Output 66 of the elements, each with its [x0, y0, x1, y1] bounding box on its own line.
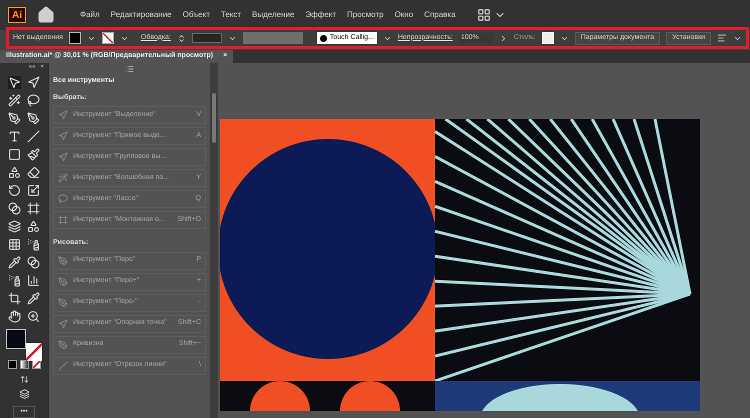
- tool-icon[interactable]: [8, 94, 21, 107]
- tool-icon[interactable]: [8, 112, 21, 125]
- tool-icon: [58, 256, 68, 266]
- tool-icon[interactable]: [27, 292, 40, 305]
- tool-icon[interactable]: [8, 148, 21, 161]
- tool-icon[interactable]: [8, 76, 21, 89]
- color-mode-icon[interactable]: [8, 360, 16, 369]
- tool-icon: [58, 152, 68, 162]
- stroke-none-swatch[interactable]: [102, 32, 114, 44]
- tool-icon[interactable]: [8, 238, 21, 251]
- app-logo[interactable]: Ai: [8, 7, 26, 23]
- variable-width-field[interactable]: [242, 32, 303, 44]
- menu-item[interactable]: Файл: [80, 9, 100, 21]
- tool-icon[interactable]: [8, 220, 21, 233]
- tool-icon: [58, 131, 68, 141]
- fill-swatch[interactable]: [68, 32, 81, 44]
- tool-icon[interactable]: [8, 310, 21, 323]
- tool-icon: [58, 360, 68, 370]
- tool-icon[interactable]: [8, 292, 21, 305]
- stroke-none-swatch[interactable]: [26, 343, 42, 361]
- tool-icon[interactable]: [27, 310, 40, 323]
- tool-icon: [58, 276, 68, 286]
- tool-icon[interactable]: [27, 94, 40, 107]
- gradient-mode-icon[interactable]: [20, 360, 28, 369]
- menu-item[interactable]: Просмотр: [347, 9, 384, 21]
- tool-icon[interactable]: [27, 202, 40, 215]
- menu-item[interactable]: Редактирование: [110, 9, 172, 21]
- tool-icon[interactable]: [27, 166, 40, 179]
- stroke-width-field[interactable]: [192, 33, 222, 43]
- menu-item[interactable]: Справка: [424, 9, 456, 21]
- home-icon[interactable]: [37, 6, 55, 24]
- tool-icon[interactable]: [8, 130, 21, 143]
- tool-icon: [58, 340, 68, 350]
- tool-icon[interactable]: [8, 184, 21, 197]
- style-swatch[interactable]: [542, 32, 554, 44]
- tool-icon: [58, 173, 68, 183]
- tool-icon[interactable]: [27, 220, 40, 233]
- tool-icon[interactable]: [27, 76, 40, 89]
- stepper-icon[interactable]: [176, 34, 186, 42]
- menu-item[interactable]: Текст: [220, 9, 242, 21]
- tool-icon: [58, 318, 68, 328]
- screen-mode-icon[interactable]: [18, 389, 30, 400]
- tool-icon[interactable]: [8, 166, 21, 179]
- tool-icon[interactable]: [8, 274, 21, 287]
- tool-icon[interactable]: [27, 238, 40, 251]
- tool-icon[interactable]: [27, 184, 40, 197]
- draw-mode-icon[interactable]: [18, 374, 30, 384]
- tool-icon: [58, 110, 68, 120]
- menu-item[interactable]: Объект: [182, 9, 210, 21]
- tool-icon[interactable]: [27, 256, 40, 269]
- tool-icon[interactable]: [27, 148, 40, 161]
- tool-icon[interactable]: [8, 256, 21, 269]
- tool-icon: [58, 298, 68, 308]
- tool-icon: [58, 215, 68, 225]
- fill-color-swatch[interactable]: [6, 329, 26, 349]
- tool-icon[interactable]: [27, 130, 40, 143]
- menu-item[interactable]: Окно: [394, 9, 414, 21]
- tool-icon[interactable]: [8, 202, 21, 215]
- menu-item[interactable]: Выделение: [252, 9, 294, 21]
- tool-icon[interactable]: [27, 274, 40, 287]
- menu-icon[interactable]: [126, 65, 134, 73]
- tool-icon: [58, 194, 68, 204]
- menu-item[interactable]: Эффект: [305, 9, 336, 21]
- workspace-icon[interactable]: [476, 8, 491, 22]
- align-icon[interactable]: [717, 33, 728, 43]
- tool-icon[interactable]: [27, 112, 40, 125]
